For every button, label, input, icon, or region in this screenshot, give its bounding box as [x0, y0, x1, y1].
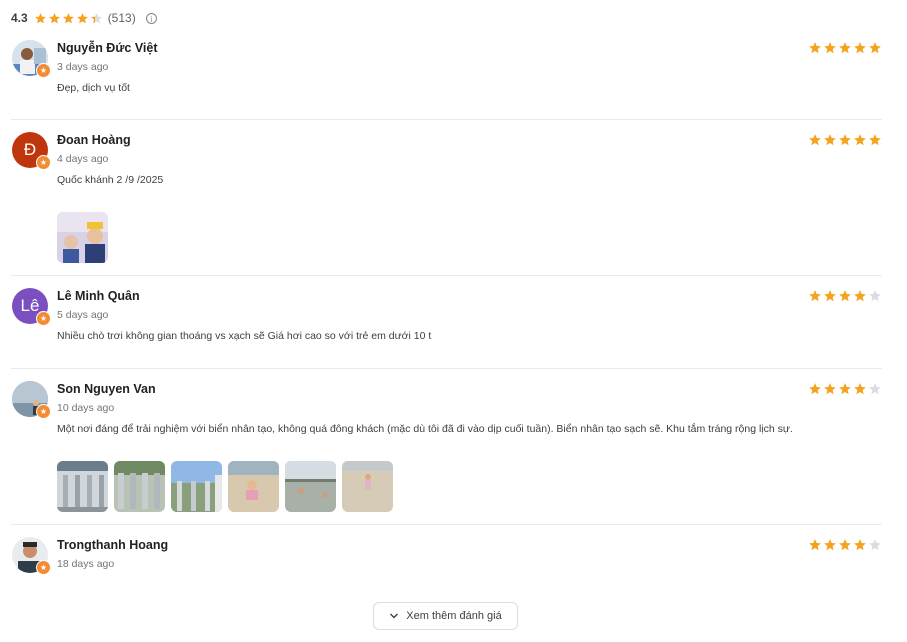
star-filled-icon [868, 41, 882, 55]
see-more-label: Xem thêm đánh giá [406, 610, 502, 622]
star-filled-icon [62, 12, 75, 25]
star-filled-icon [838, 382, 852, 396]
review-item: Đ ★ Đoan Hoàng 4 days ago Quốc khánh 2 /… [11, 132, 882, 267]
review-photo[interactable] [114, 461, 165, 512]
star-filled-icon [868, 133, 882, 147]
review-stars [807, 538, 882, 552]
star-filled-icon [853, 133, 867, 147]
star-filled-icon [76, 12, 89, 25]
star-empty-icon [868, 289, 882, 303]
avatar[interactable]: Lê ★ [12, 288, 51, 326]
star-filled-icon [823, 133, 837, 147]
local-guide-badge-icon: ★ [36, 63, 51, 78]
avatar[interactable]: ★ [12, 40, 51, 78]
review-photos [57, 212, 108, 263]
review-date: 5 days ago [57, 309, 109, 321]
divider [11, 524, 882, 525]
star-filled-icon [823, 538, 837, 552]
review-item: ★ Nguyễn Đức Việt 3 days ago Đẹp, dịch v… [11, 40, 882, 110]
chevron-down-icon [389, 611, 399, 621]
star-filled-icon [48, 12, 61, 25]
star-filled-icon [838, 538, 852, 552]
reviewer-name[interactable]: Son Nguyen Van [57, 382, 156, 396]
star-filled-icon [838, 41, 852, 55]
review-item: Lê ★ Lê Minh Quân 5 days ago Nhiều chò t… [11, 288, 882, 358]
star-filled-icon [808, 41, 822, 55]
review-date: 4 days ago [57, 153, 109, 165]
review-stars [807, 382, 882, 396]
star-filled-icon [838, 133, 852, 147]
rating-summary: 4.3 (513) i [11, 10, 157, 26]
star-filled-icon [838, 289, 852, 303]
see-more-reviews-button[interactable]: Xem thêm đánh giá [373, 602, 518, 630]
star-filled-icon [823, 289, 837, 303]
divider [11, 275, 882, 276]
star-filled-icon [34, 12, 47, 25]
divider [11, 119, 882, 120]
review-item: ★ Trongthanh Hoang 18 days ago [11, 537, 882, 587]
avatar[interactable]: Đ ★ [12, 132, 51, 170]
review-stars [807, 289, 882, 303]
review-photo[interactable] [342, 461, 393, 512]
reviewer-name[interactable]: Lê Minh Quân [57, 289, 140, 303]
review-stars [807, 133, 882, 147]
review-text: Một nơi đáng để trải nghiệm với biển nhâ… [57, 423, 793, 435]
average-rating-stars [34, 12, 104, 25]
reviewer-name[interactable]: Nguyễn Đức Việt [57, 41, 158, 55]
review-item: ★ Son Nguyen Van 10 days ago Một nơi đán… [11, 381, 882, 516]
review-photo[interactable] [228, 461, 279, 512]
divider [11, 368, 882, 369]
star-filled-icon [808, 289, 822, 303]
review-text: Nhiều chò trơi không gian thoáng vs xạch… [57, 330, 432, 342]
review-photo[interactable] [57, 461, 108, 512]
star-empty-icon [90, 12, 103, 25]
review-text: Quốc khánh 2 /9 /2025 [57, 174, 164, 186]
star-filled-icon [808, 382, 822, 396]
star-filled-icon [853, 41, 867, 55]
review-text: Đẹp, dịch vụ tốt [57, 82, 130, 94]
review-photo[interactable] [285, 461, 336, 512]
review-stars [807, 41, 882, 55]
average-rating: 4.3 [11, 11, 28, 25]
star-empty-icon [868, 538, 882, 552]
avatar[interactable]: ★ [12, 537, 51, 575]
review-photos [57, 461, 393, 512]
star-filled-icon [823, 41, 837, 55]
local-guide-badge-icon: ★ [36, 404, 51, 419]
star-empty-icon [868, 382, 882, 396]
star-filled-icon [808, 538, 822, 552]
avatar[interactable]: ★ [12, 381, 51, 419]
review-photo[interactable] [171, 461, 222, 512]
info-icon[interactable]: i [145, 12, 157, 24]
review-date: 18 days ago [57, 558, 115, 570]
local-guide-badge-icon: ★ [36, 311, 51, 326]
star-filled-icon [853, 289, 867, 303]
review-photo[interactable] [57, 212, 108, 263]
star-filled-icon [853, 382, 867, 396]
star-filled-icon [808, 133, 822, 147]
star-filled-icon [823, 382, 837, 396]
star-filled-icon [853, 538, 867, 552]
review-date: 10 days ago [57, 402, 115, 414]
local-guide-badge-icon: ★ [36, 155, 51, 170]
review-count: (513) [107, 11, 136, 25]
local-guide-badge-icon: ★ [36, 560, 51, 575]
reviewer-name[interactable]: Đoan Hoàng [57, 133, 131, 147]
review-date: 3 days ago [57, 61, 109, 73]
reviewer-name[interactable]: Trongthanh Hoang [57, 538, 168, 552]
